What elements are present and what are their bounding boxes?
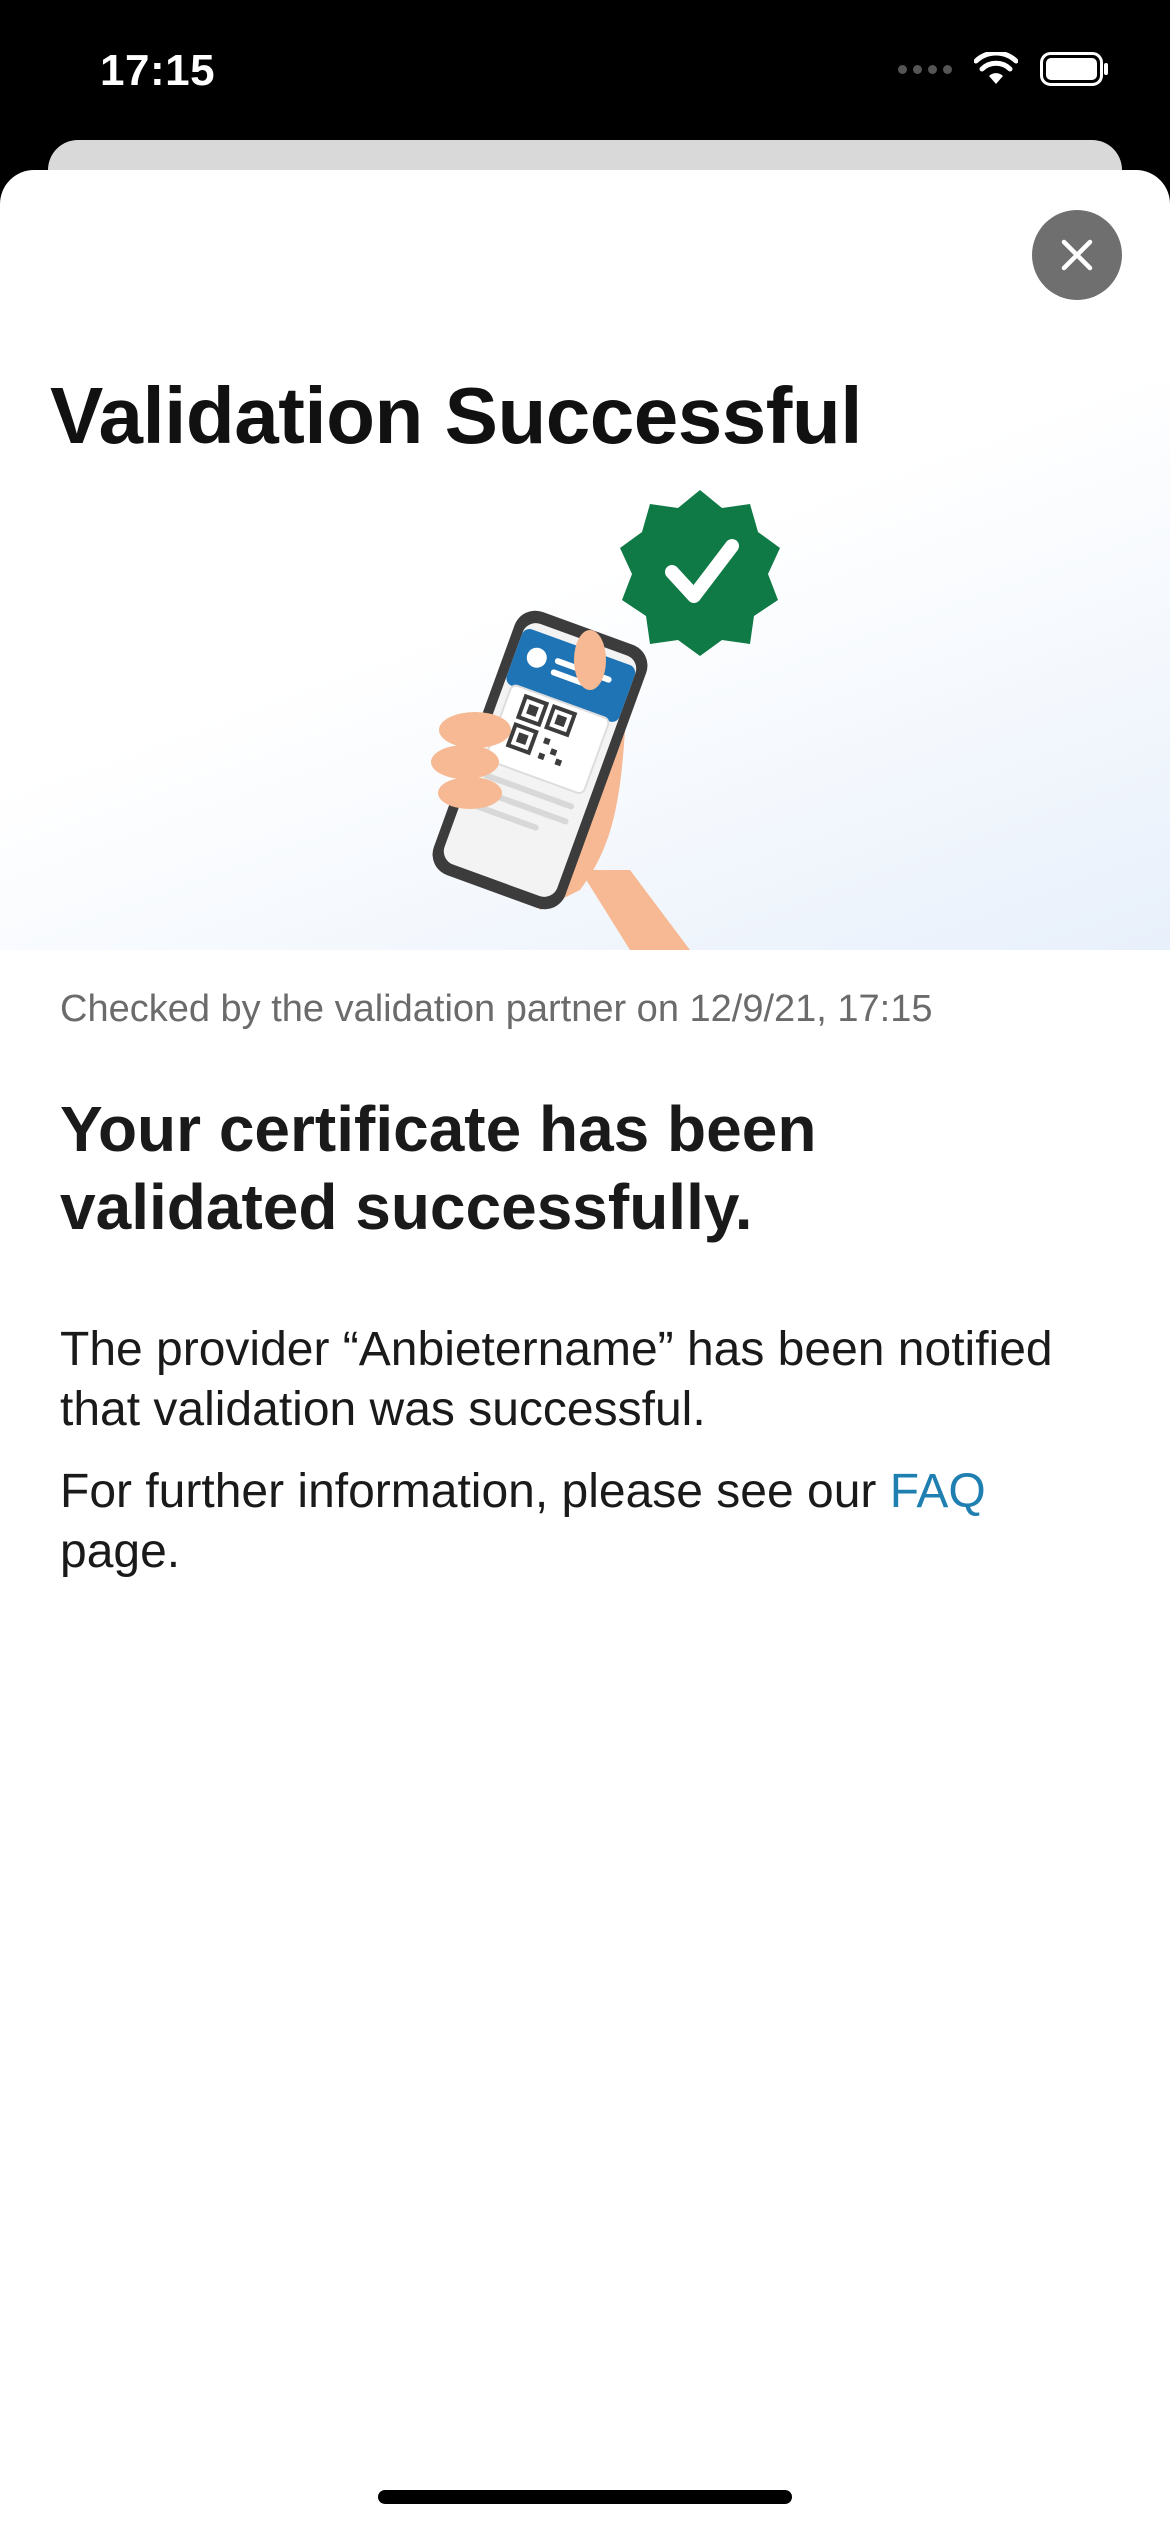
checked-info: Checked by the validation partner on 12/…: [60, 988, 933, 1030]
further-info-paragraph: For further information, please see our …: [60, 1462, 1100, 1582]
faq-link[interactable]: FAQ: [890, 1465, 986, 1518]
validation-sheet: Validation Successful Checked by the val…: [0, 170, 1170, 2532]
provider-notice: The provider “Anbietername” has been not…: [60, 1323, 1053, 1436]
status-time: 17:15: [100, 46, 216, 95]
close-icon: [1061, 239, 1093, 271]
verified-badge-icon: [620, 490, 780, 656]
status-icons: [898, 52, 1110, 86]
hand-holding-phone-icon: [431, 490, 780, 950]
status-bar: 17:15: [0, 0, 1170, 140]
home-indicator[interactable]: [378, 2490, 792, 2504]
wifi-icon: [974, 52, 1018, 84]
page-title: Validation Successful: [50, 371, 863, 460]
further-info-suffix: page.: [60, 1525, 181, 1578]
further-info-prefix: For further information, please see our: [60, 1465, 890, 1518]
battery-icon: [1040, 52, 1108, 86]
close-button[interactable]: [1032, 210, 1122, 300]
headline: Your certificate has been validated succ…: [60, 1093, 817, 1243]
signal-dots-icon: [898, 64, 952, 74]
